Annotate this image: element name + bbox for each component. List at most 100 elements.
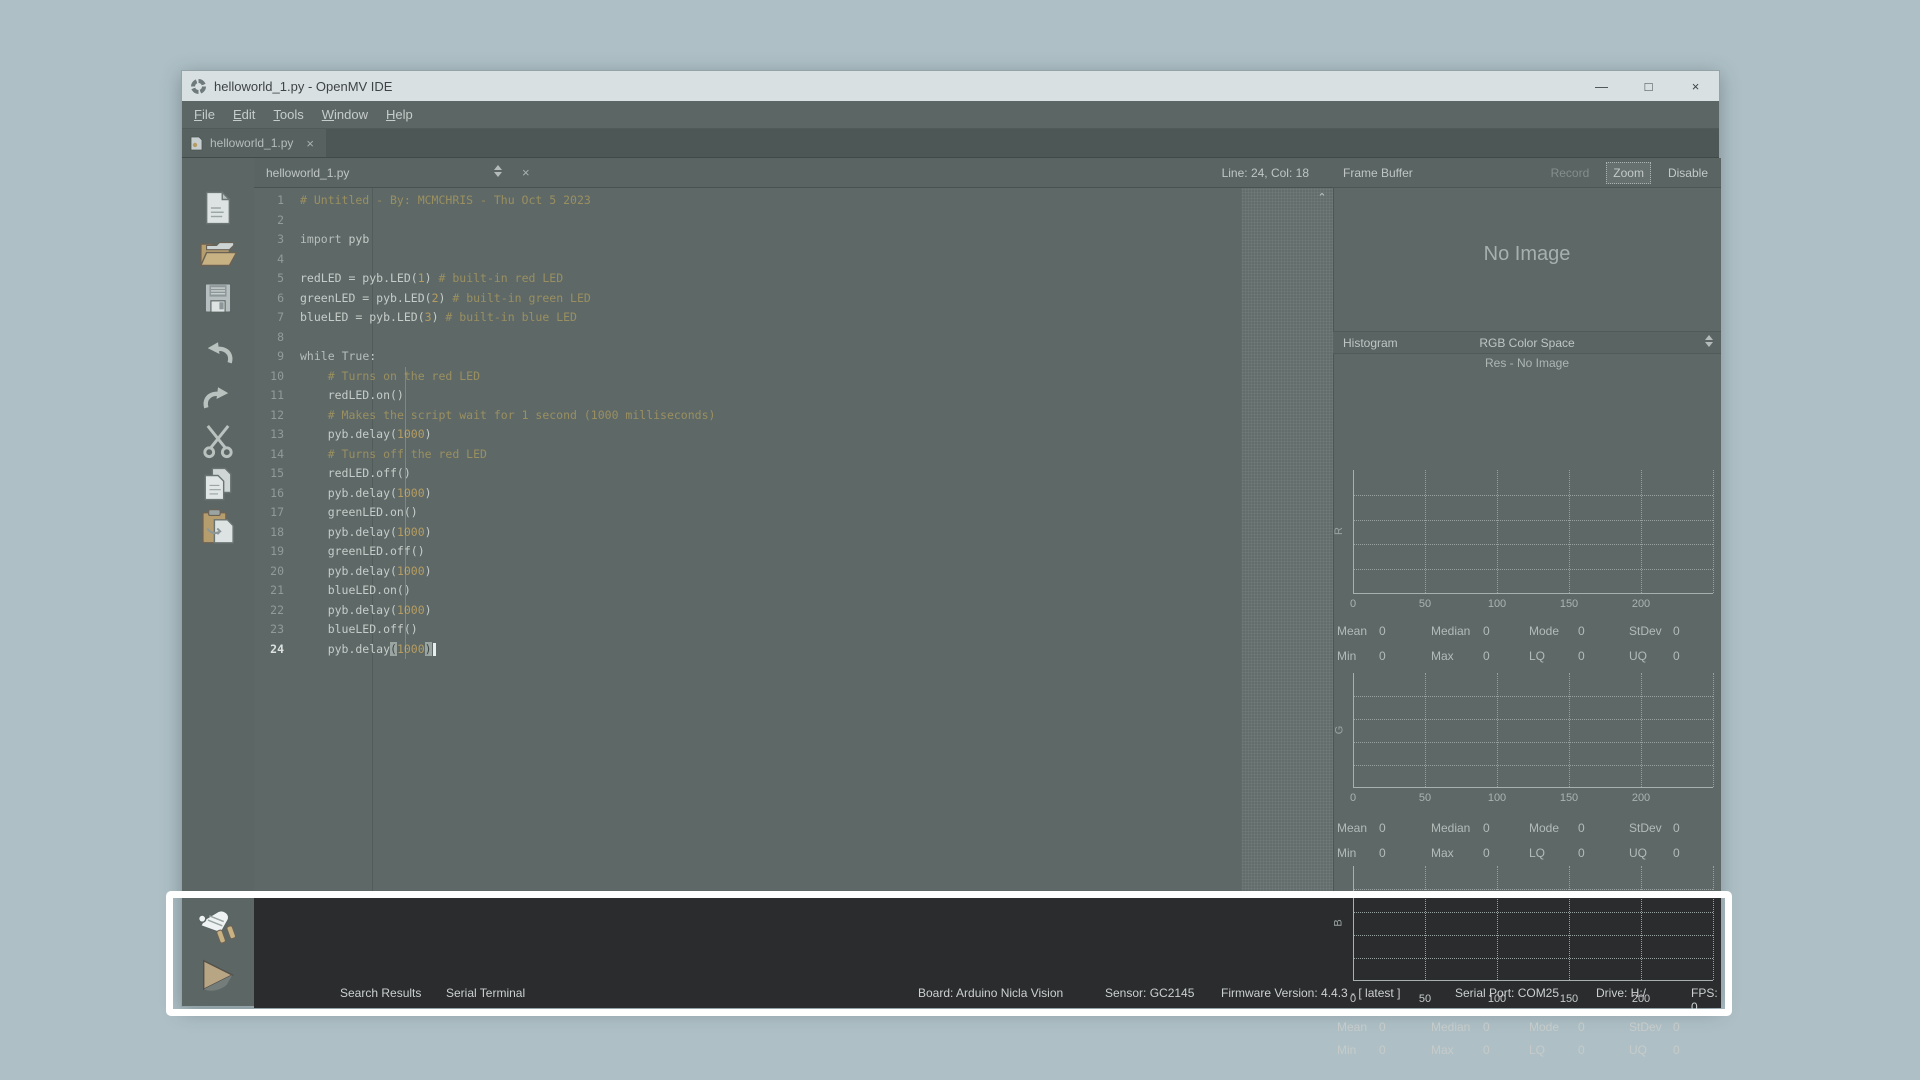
stat-value-mean: 0 bbox=[1379, 1020, 1386, 1034]
undo-icon[interactable] bbox=[198, 334, 238, 374]
stat-label-uq: UQ bbox=[1629, 649, 1647, 663]
code-line-20[interactable]: 20 pyb.delay(1000) bbox=[254, 562, 1333, 582]
code-line-3[interactable]: 3import pyb bbox=[254, 230, 1333, 250]
stat-label-uq: UQ bbox=[1629, 846, 1647, 860]
record-button[interactable]: Record bbox=[1544, 162, 1597, 184]
code-editor[interactable]: 1# Untitled - By: MCMCHRIS - Thu Oct 5 2… bbox=[254, 188, 1333, 898]
channel-label-g: G bbox=[1333, 725, 1345, 734]
code-line-15[interactable]: 15 redLED.off() bbox=[254, 464, 1333, 484]
code-line-21[interactable]: 21 blueLED.on() bbox=[254, 581, 1333, 601]
code-text: redLED = pyb.LED(1) # built-in red LED bbox=[294, 271, 563, 285]
code-line-22[interactable]: 22 pyb.delay(1000) bbox=[254, 601, 1333, 621]
code-line-8[interactable]: 8 bbox=[254, 328, 1333, 348]
close-button[interactable]: × bbox=[1672, 71, 1719, 101]
no-image-placeholder: No Image bbox=[1333, 243, 1721, 266]
stat-label-max: Max bbox=[1431, 649, 1454, 663]
new-file-icon[interactable] bbox=[198, 188, 238, 228]
paste-icon[interactable] bbox=[198, 507, 238, 547]
tab-serial-terminal[interactable]: Serial Terminal bbox=[446, 986, 525, 1000]
code-line-24[interactable]: 24 pyb.delay(1000) bbox=[254, 640, 1333, 660]
code-line-4[interactable]: 4 bbox=[254, 250, 1333, 270]
indent-guide bbox=[405, 367, 406, 660]
redo-icon[interactable] bbox=[198, 379, 238, 419]
document-close-icon[interactable]: × bbox=[522, 165, 530, 180]
firmware-version-status: Firmware Version: 4.4.3 - [ latest ] bbox=[1221, 986, 1400, 1000]
stat-value-stdev: 0 bbox=[1673, 1020, 1680, 1034]
code-line-9[interactable]: 9while True: bbox=[254, 347, 1333, 367]
code-text: pyb.delay(1000) bbox=[294, 564, 432, 578]
stat-label-median: Median bbox=[1431, 1020, 1470, 1034]
zoom-button[interactable]: Zoom bbox=[1606, 162, 1651, 184]
line-number: 3 bbox=[254, 230, 294, 250]
scrollbar-up-arrow-icon[interactable]: ⌃ bbox=[1314, 192, 1330, 204]
file-tab-label: helloworld_1.py bbox=[210, 136, 293, 150]
open-folder-icon[interactable] bbox=[198, 234, 238, 274]
document-selector[interactable]: helloworld_1.py bbox=[266, 166, 349, 180]
file-tab-close-icon[interactable]: × bbox=[306, 136, 314, 151]
stat-value-mode: 0 bbox=[1578, 1020, 1585, 1034]
code-line-17[interactable]: 17 greenLED.on() bbox=[254, 503, 1333, 523]
code-text: greenLED.on() bbox=[294, 505, 418, 519]
tab-search-results[interactable]: Search Results bbox=[340, 986, 421, 1000]
code-line-7[interactable]: 7blueLED = pyb.LED(3) # built-in blue LE… bbox=[254, 308, 1333, 328]
code-text: pyb.delay(1000) bbox=[294, 642, 436, 656]
code-line-5[interactable]: 5redLED = pyb.LED(1) # built-in red LED bbox=[254, 269, 1333, 289]
code-line-11[interactable]: 11 redLED.on() bbox=[254, 386, 1333, 406]
code-line-16[interactable]: 16 pyb.delay(1000) bbox=[254, 484, 1333, 504]
color-space-dropdown[interactable]: RGB Color Space bbox=[1333, 336, 1721, 350]
cut-icon[interactable] bbox=[198, 422, 238, 462]
line-number: 24 bbox=[254, 640, 294, 660]
line-number: 22 bbox=[254, 601, 294, 621]
copy-icon[interactable] bbox=[198, 464, 238, 504]
code-line-2[interactable]: 2 bbox=[254, 211, 1333, 231]
menu-edit[interactable]: Edit bbox=[224, 103, 264, 126]
run-script-play-icon[interactable] bbox=[194, 953, 242, 997]
code-line-12[interactable]: 12 # Makes the script wait for 1 second … bbox=[254, 406, 1333, 426]
stat-label-mode: Mode bbox=[1529, 1020, 1559, 1034]
stat-value-min: 0 bbox=[1379, 846, 1386, 860]
stat-value-uq: 0 bbox=[1673, 649, 1680, 663]
code-line-18[interactable]: 18 pyb.delay(1000) bbox=[254, 523, 1333, 543]
connect-plug-icon[interactable] bbox=[194, 906, 242, 950]
save-icon[interactable] bbox=[198, 278, 238, 318]
maximize-button[interactable]: □ bbox=[1625, 71, 1672, 101]
line-number: 12 bbox=[254, 406, 294, 426]
line-number: 17 bbox=[254, 503, 294, 523]
stat-value-lq: 0 bbox=[1578, 649, 1585, 663]
line-number: 2 bbox=[254, 211, 294, 231]
document-selector-arrows-icon[interactable] bbox=[494, 165, 502, 177]
code-line-19[interactable]: 19 greenLED.off() bbox=[254, 542, 1333, 562]
minimize-button[interactable]: — bbox=[1578, 71, 1625, 101]
code-line-1[interactable]: 1# Untitled - By: MCMCHRIS - Thu Oct 5 2… bbox=[254, 191, 1333, 211]
file-tab[interactable]: helloworld_1.py × bbox=[182, 129, 326, 157]
stat-label-mean: Mean bbox=[1337, 1020, 1367, 1034]
code-line-10[interactable]: 10 # Turns on the red LED bbox=[254, 367, 1333, 387]
code-line-6[interactable]: 6greenLED = pyb.LED(2) # built-in green … bbox=[254, 289, 1333, 309]
code-text: blueLED.on() bbox=[294, 583, 411, 597]
openmv-ide-window: helloworld_1.py - OpenMV IDE — □ × FileE… bbox=[181, 70, 1720, 1007]
text-caret bbox=[433, 643, 436, 656]
menu-tools[interactable]: Tools bbox=[264, 103, 312, 126]
code-text: blueLED = pyb.LED(3) # built-in blue LED bbox=[294, 310, 577, 324]
x-tick-label: 100 bbox=[1488, 792, 1506, 804]
code-text bbox=[294, 213, 300, 227]
stat-value-lq: 0 bbox=[1578, 846, 1585, 860]
editor-scrollbar[interactable]: ⌃ bbox=[1241, 188, 1333, 898]
stat-value-median: 0 bbox=[1483, 821, 1490, 835]
code-line-13[interactable]: 13 pyb.delay(1000) bbox=[254, 425, 1333, 445]
line-number: 10 bbox=[254, 367, 294, 387]
code-text: redLED.off() bbox=[294, 466, 411, 480]
stat-value-mode: 0 bbox=[1578, 624, 1585, 638]
menu-file[interactable]: File bbox=[185, 103, 224, 126]
menu-help[interactable]: Help bbox=[377, 103, 422, 126]
stat-label-mode: Mode bbox=[1529, 624, 1559, 638]
code-line-14[interactable]: 14 # Turns off the red LED bbox=[254, 445, 1333, 465]
code-line-23[interactable]: 23 blueLED.off() bbox=[254, 620, 1333, 640]
menu-window[interactable]: Window bbox=[313, 103, 377, 126]
title-bar[interactable]: helloworld_1.py - OpenMV IDE — □ × bbox=[182, 71, 1719, 101]
stat-label-mode: Mode bbox=[1529, 821, 1559, 835]
color-space-arrows-icon[interactable] bbox=[1705, 335, 1713, 347]
stat-label-mean: Mean bbox=[1337, 624, 1367, 638]
disable-button[interactable]: Disable bbox=[1661, 162, 1715, 184]
stat-label-min: Min bbox=[1337, 1043, 1356, 1057]
